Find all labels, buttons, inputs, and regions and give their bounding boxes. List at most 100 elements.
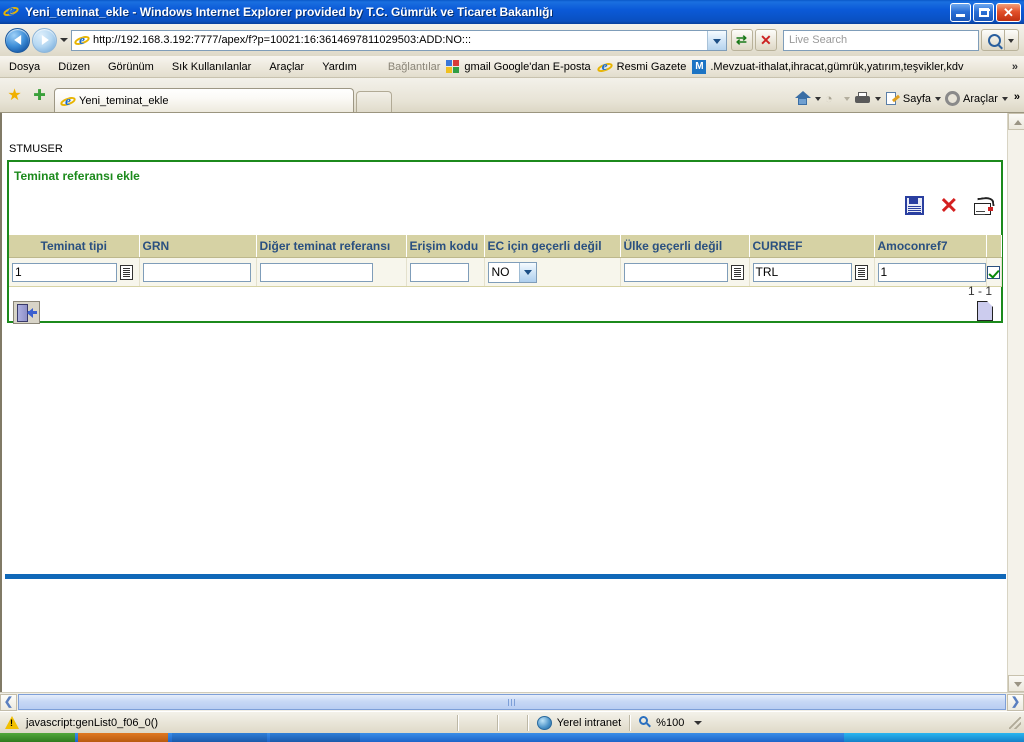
scroll-down-button[interactable] — [1008, 675, 1024, 692]
amoconref7-input[interactable]: 1 — [877, 262, 986, 282]
zoom-level: %100 — [656, 716, 685, 729]
taskbar-item[interactable] — [78, 733, 168, 742]
column-header-grn[interactable]: GRN — [139, 235, 257, 258]
column-header-curref[interactable]: CURREF — [749, 235, 875, 258]
status-separator — [496, 714, 499, 731]
scroll-right-button[interactable]: ❯ — [1007, 693, 1024, 711]
cell-amoconref7: 1 — [874, 257, 987, 287]
link-mevzuat[interactable]: M .Mevzuat-ithalat,ihracat,gümrük,yatırı… — [692, 59, 963, 74]
column-header-amoconref7[interactable]: Amoconref7 — [874, 235, 987, 258]
add-favorite-icon[interactable]: ✚ — [31, 88, 48, 105]
tab-yeni-teminat-ekle[interactable]: e Yeni_teminat_ekle — [54, 88, 354, 112]
column-header-ec-icin-gecerli-degil[interactable]: EC için geçerli değil — [484, 235, 621, 258]
print-button[interactable] — [854, 91, 881, 106]
recent-pages-dropdown-icon[interactable] — [57, 30, 71, 50]
search-provider-dropdown-icon[interactable] — [1005, 29, 1019, 51]
menu-item-araclar[interactable]: Araçlar — [260, 59, 313, 75]
system-tray[interactable] — [844, 733, 1024, 742]
column-header-erisim-kodu[interactable]: Erişim kodu — [406, 235, 485, 258]
menu-overflow-icon[interactable]: » — [1012, 61, 1018, 73]
menu-item-sik-kullanilanlar[interactable]: Sık Kullanılanlar — [163, 59, 261, 75]
cell-grn — [139, 257, 257, 287]
erisim-kodu-input[interactable] — [409, 262, 469, 282]
ulke-gecerli-degil-lov-icon[interactable] — [730, 264, 744, 280]
row-select-checkbox[interactable] — [987, 265, 1000, 279]
ec-icin-gecerli-degil-value: NO — [491, 265, 510, 279]
feeds-button[interactable]: ◔ — [824, 90, 850, 106]
url-input[interactable]: e http://192.168.3.192:7777/apex/f?p=100… — [71, 29, 727, 51]
tools-menu-label: Araçlar — [963, 92, 998, 105]
title-bar: e Yeni_teminat_ekle - Windows Internet E… — [0, 0, 1024, 24]
start-button[interactable] — [0, 733, 75, 742]
link-gmail[interactable]: gmail Google'dan E-posta — [446, 60, 591, 73]
delete-icon[interactable]: ✕ — [940, 194, 958, 216]
rss-icon: ◔ — [824, 90, 833, 106]
search-button[interactable] — [981, 29, 1005, 51]
ec-icin-gecerli-degil-select[interactable]: NO — [487, 261, 537, 283]
forward-button[interactable] — [32, 27, 57, 53]
page-menu-button[interactable]: Sayfa — [885, 91, 942, 106]
taskbar-item[interactable] — [270, 733, 360, 742]
teminat-tipi-lov-icon[interactable] — [120, 264, 133, 280]
region-title: Teminat referansı ekle — [14, 169, 140, 183]
curref-lov-icon[interactable] — [854, 264, 868, 280]
close-button[interactable]: ✕ — [996, 2, 1021, 22]
save-icon[interactable] — [904, 196, 924, 215]
scroll-up-button[interactable] — [1008, 113, 1024, 130]
ulke-gecerli-degil-input[interactable] — [623, 262, 728, 282]
refresh-button[interactable]: ⇄ — [731, 29, 753, 51]
status-bar: javascript:genList0_f06_0() Yerel intran… — [0, 711, 1024, 733]
favorites-star-icon[interactable]: ★ — [6, 88, 23, 105]
zoom-control[interactable]: %100 — [631, 716, 710, 729]
vertical-scrollbar[interactable] — [1007, 113, 1024, 692]
row-count: 1 - 1 — [967, 284, 992, 298]
menu-item-yardim[interactable]: Yardım — [313, 59, 366, 75]
home-icon — [794, 91, 811, 106]
resize-grip[interactable] — [1008, 716, 1021, 729]
exit-icon[interactable] — [13, 301, 40, 324]
cell-diger-teminat-referansi — [256, 257, 407, 287]
url-dropdown-icon[interactable] — [707, 30, 726, 50]
gear-icon — [945, 91, 961, 106]
curref-input[interactable]: TRL — [752, 262, 852, 282]
horizontal-scrollbar[interactable]: ❮ ❯ — [0, 692, 1024, 711]
new-row-icon[interactable] — [977, 301, 993, 321]
page-favicon: e — [74, 32, 90, 48]
minimize-button[interactable] — [950, 2, 971, 22]
scroll-left-button[interactable]: ❮ — [0, 693, 17, 711]
browser-window: e Yeni_teminat_ekle - Windows Internet E… — [0, 0, 1024, 742]
new-tab-button[interactable] — [356, 91, 392, 112]
diger-teminat-referansi-input[interactable] — [259, 262, 373, 282]
link-resmi-gazete[interactable]: e Resmi Gazete — [597, 58, 687, 75]
chevron-down-icon[interactable] — [518, 262, 536, 282]
home-button[interactable] — [794, 91, 821, 106]
menu-item-gorunum[interactable]: Görünüm — [99, 59, 163, 75]
table-row: 1 NO TRL 1 — [9, 257, 1002, 287]
cell-ulke-gecerli-degil — [620, 257, 750, 287]
column-header-diger-teminat-referansi[interactable]: Diğer teminat referansı — [256, 235, 407, 258]
breadcrumb: STMUSER — [9, 143, 63, 155]
menu-item-dosya[interactable]: Dosya — [0, 59, 49, 75]
restore-button[interactable] — [973, 2, 994, 22]
cell-curref: TRL — [749, 257, 875, 287]
command-overflow-icon[interactable]: » — [1014, 91, 1020, 103]
teminat-referansi-ekle-region: Teminat referansı ekle ✕ Teminat tipi GR… — [7, 160, 1003, 324]
horizontal-scroll-thumb[interactable] — [18, 694, 1006, 710]
m-icon: M — [692, 59, 707, 74]
back-button[interactable] — [5, 27, 30, 53]
taskbar-item[interactable] — [172, 733, 267, 742]
app-icon: e — [3, 3, 21, 21]
grn-input[interactable] — [142, 262, 251, 282]
stop-button[interactable]: ✕ — [755, 29, 777, 51]
tools-menu-button[interactable]: Araçlar — [945, 91, 1008, 106]
create-icon[interactable] — [974, 195, 995, 215]
search-input[interactable]: Live Search — [783, 29, 979, 51]
security-zone[interactable]: Yerel intranet — [529, 715, 629, 730]
column-header-ulke-gecerli-degil[interactable]: Ülke geçerli değil — [620, 235, 750, 258]
column-header-teminat-tipi[interactable]: Teminat tipi — [9, 235, 140, 258]
tab-favicon: e — [60, 93, 75, 108]
chevron-down-icon[interactable] — [694, 720, 703, 725]
teminat-tipi-input[interactable]: 1 — [12, 262, 117, 282]
menu-item-duzen[interactable]: Düzen — [49, 59, 99, 75]
cell-erisim-kodu — [406, 257, 485, 287]
